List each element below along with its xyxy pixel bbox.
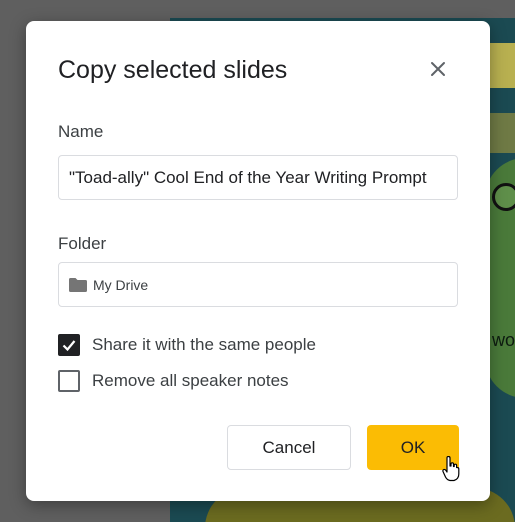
slide-text: wo: [492, 330, 515, 350]
name-label: Name: [58, 122, 104, 141]
copy-slides-dialog: Copy selected slides Name Folder My Driv…: [26, 21, 490, 501]
close-button[interactable]: [426, 57, 450, 81]
checkmark-icon: [62, 340, 76, 352]
folder-value: My Drive: [93, 276, 149, 293]
share-checkbox[interactable]: [58, 334, 80, 356]
hand-cursor-icon: [442, 456, 460, 482]
folder-icon: [69, 277, 87, 292]
slide-frog-eye: [492, 183, 515, 211]
folder-label: Folder: [58, 234, 107, 253]
dialog-title: Copy selected slides: [58, 56, 288, 84]
remove-notes-checkbox[interactable]: [58, 370, 80, 392]
share-option[interactable]: Share it with the same people: [58, 334, 316, 356]
folder-picker[interactable]: My Drive: [58, 262, 458, 307]
cancel-button[interactable]: Cancel: [227, 425, 351, 470]
remove-notes-option[interactable]: Remove all speaker notes: [58, 370, 289, 392]
remove-notes-label: Remove all speaker notes: [92, 371, 289, 390]
close-icon: [431, 62, 445, 76]
name-input[interactable]: [58, 155, 458, 200]
share-label: Share it with the same people: [92, 335, 316, 354]
